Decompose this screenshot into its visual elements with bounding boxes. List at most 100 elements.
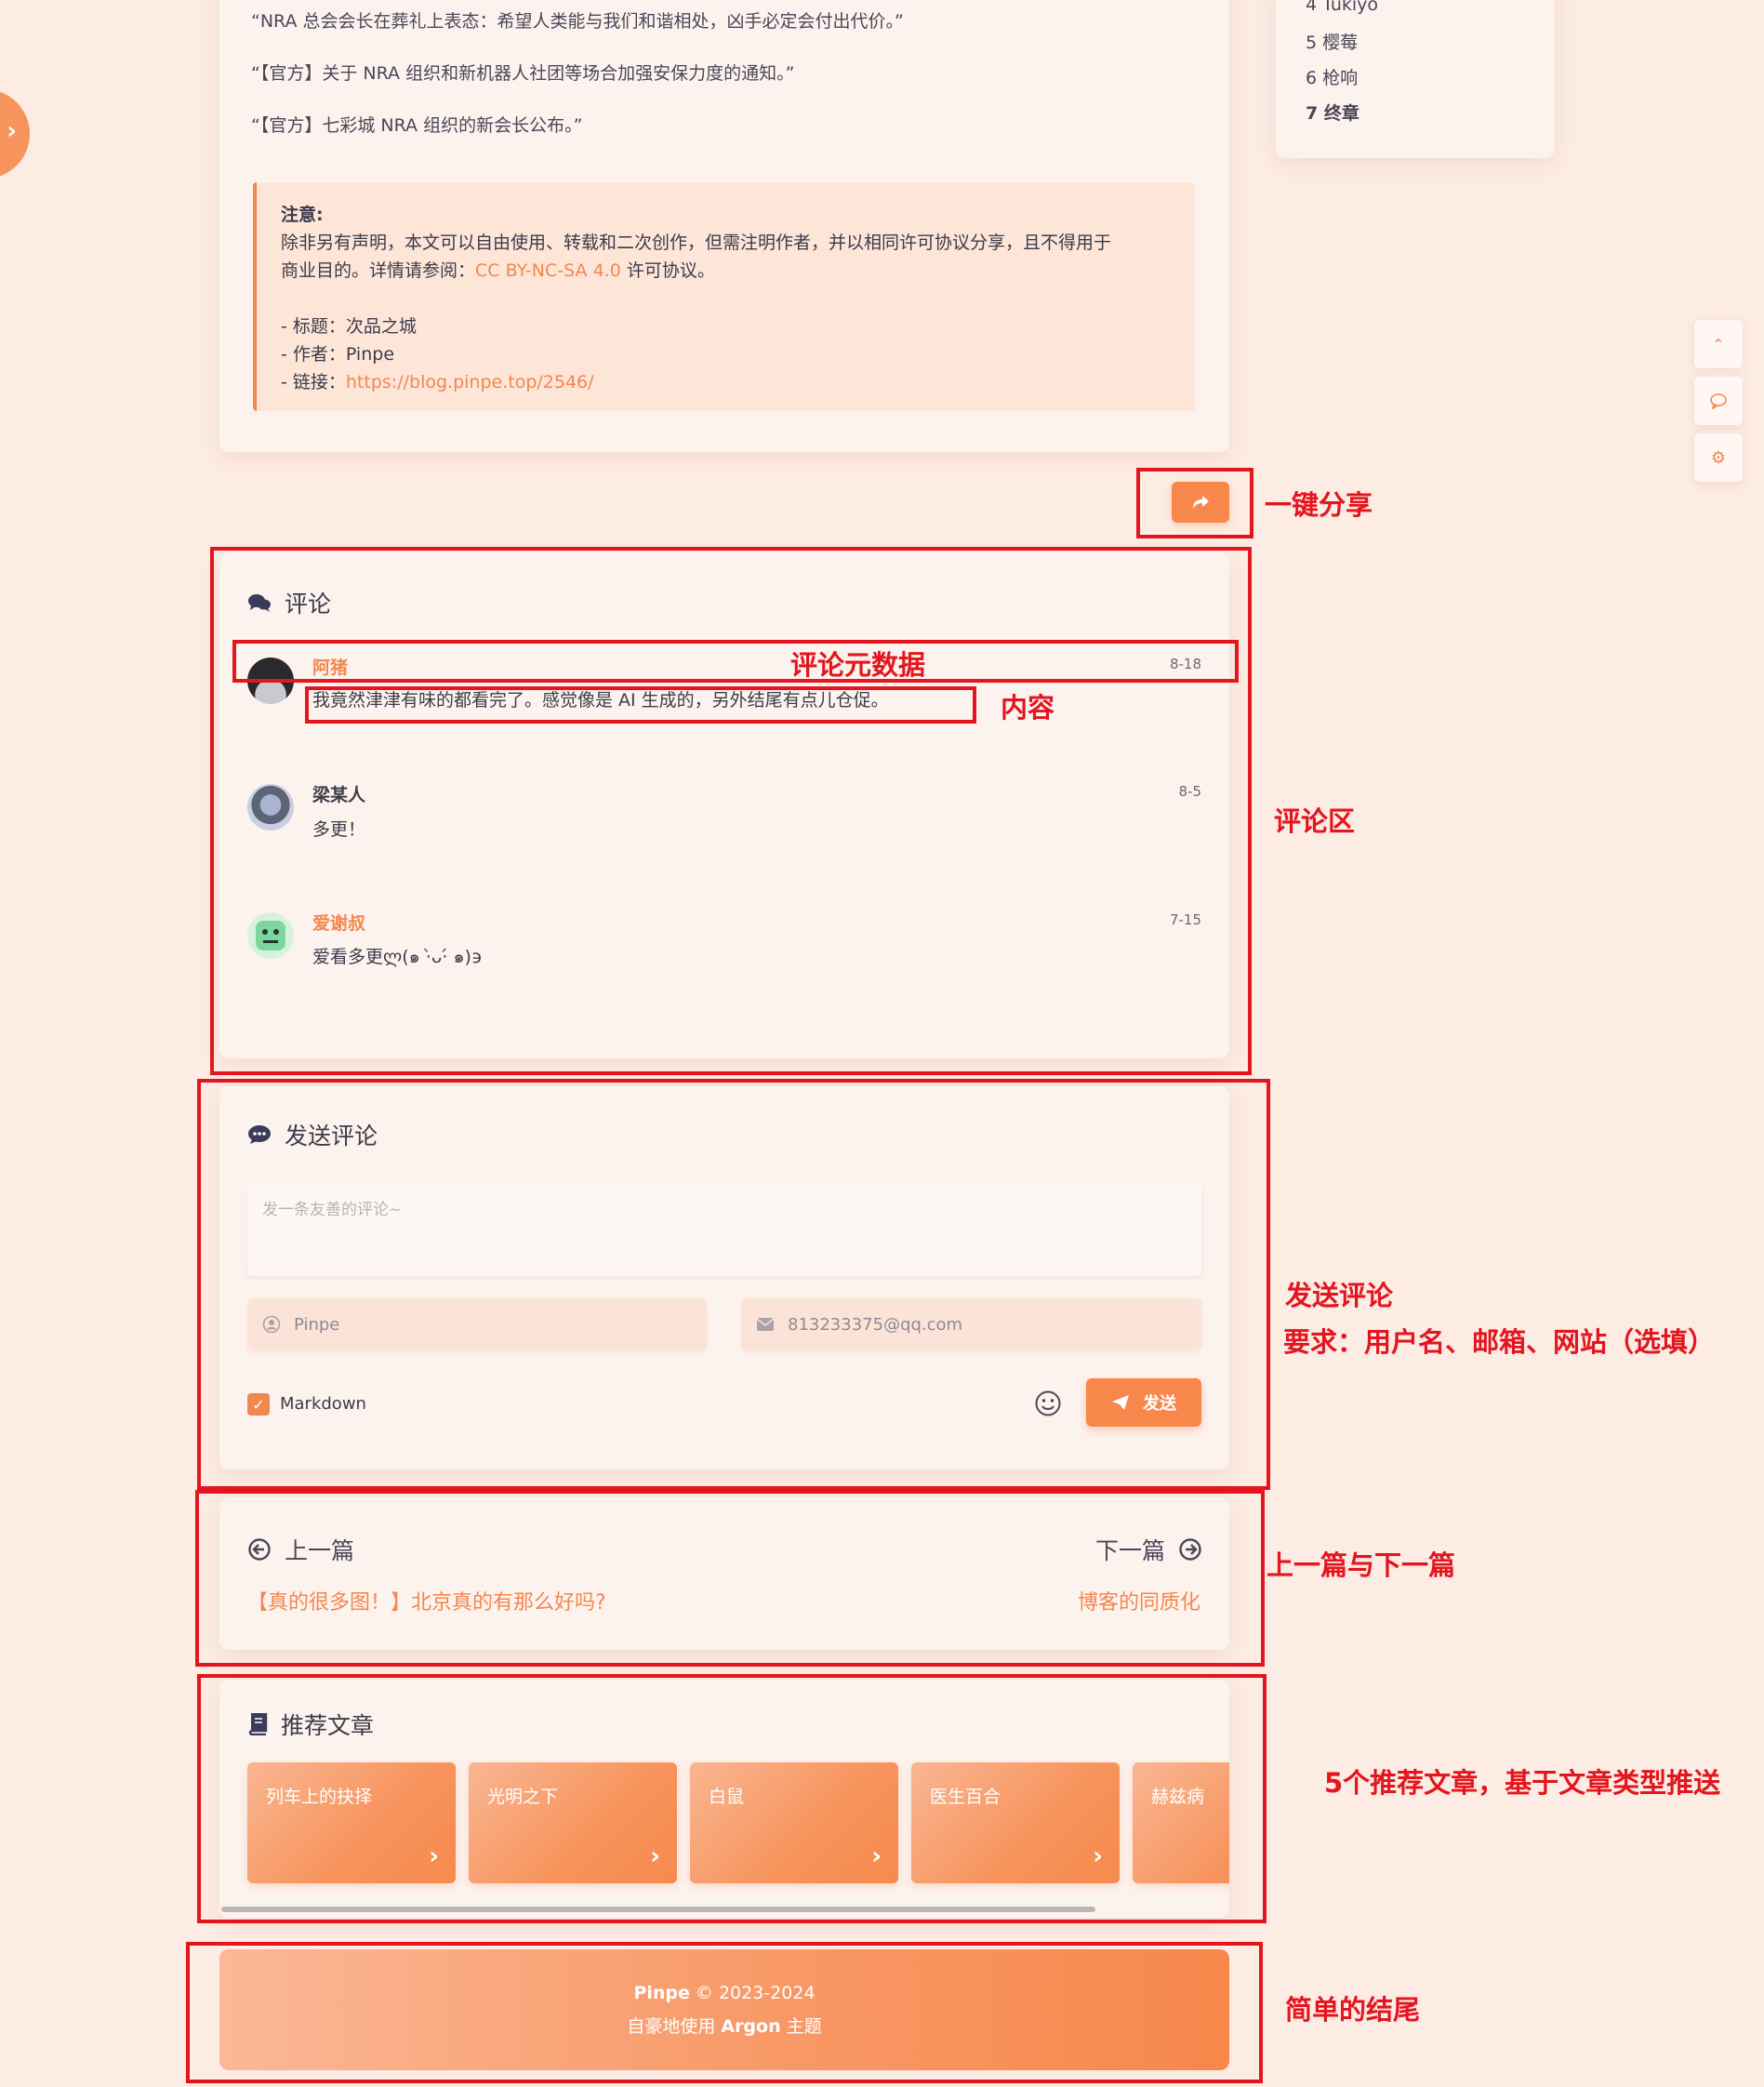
quote-3: “【官方】七彩城 NRA 组织的新会长公布。” [251,115,583,136]
notice-line-2: 商业目的。详情请参阅：CC BY-NC-SA 4.0 许可协议。 [281,260,715,281]
emoji-button[interactable] [1034,1389,1062,1421]
email-field[interactable]: 813233375@qq.com [741,1298,1201,1350]
arrow-right-circle-icon [1179,1538,1201,1561]
markdown-checkbox[interactable]: ✓ [247,1393,270,1416]
email-value: 813233375@qq.com [788,1314,963,1335]
comment-form-title-text: 发送评论 [285,1123,378,1150]
chevron-right-icon: › [1093,1842,1103,1870]
chevron-up-icon: ⌃ [1712,335,1725,353]
annotation-send-requirements: 要求：用户名、邮箱、网站（选填） [1283,1326,1716,1358]
avatar [247,912,294,959]
notice-title: 注意: [281,205,324,225]
comment-date: 7-15 [1169,911,1201,928]
comment-author[interactable]: 爱谢叔 [312,910,365,935]
quote-2: “【官方】关于 NRA 组织和新机器人社团等场合加强安保力度的通知。” [251,63,795,84]
recommended-item[interactable]: 赫兹病› [1133,1762,1229,1883]
prev-label-text: 上一篇 [285,1537,355,1564]
footer-theme-link[interactable]: Argon [721,2016,780,2037]
name-field[interactable]: Pinpe [247,1298,707,1350]
notice-meta-author: - 作者：Pinpe [281,344,395,365]
goto-comments-button[interactable] [1694,377,1743,425]
recommended-item-title: 医生百合 [930,1787,1001,1807]
comment-author[interactable]: 梁某人 [312,781,365,806]
next-post-link[interactable]: 博客的同质化 [1078,1586,1200,1615]
sidebar-toggle-button[interactable]: › [0,89,30,179]
recommended-item-title: 赫兹病 [1151,1787,1205,1807]
recommended-title: 推荐文章 [247,1708,374,1741]
comment-text: 爱看多更ლ(๑ ·̀ᴗ·́ ๑)϶ [312,947,483,967]
annotation-share: 一键分享 [1265,489,1373,521]
comments-icon [248,594,271,612]
envelope-icon [756,1318,775,1331]
user-icon [262,1315,281,1334]
comment-form-title: 发送评论 [247,1118,378,1151]
send-label: 发送 [1143,1394,1176,1414]
recommended-strip: 列车上的抉择 › 光明之下 › 白鼠 › 医生百合 › 赫兹病› [219,1748,1229,1907]
share-icon [1193,496,1209,509]
chevron-right-icon: › [429,1842,439,1870]
annotation-send-title: 发送评论 [1285,1280,1394,1311]
chevron-right-icon: › [650,1842,660,1870]
toc-item-active[interactable]: 7 终章 [1306,100,1359,125]
chevron-right-icon: › [7,117,17,145]
prev-post-link[interactable]: 【真的很多图！】北京真的有那么好吗? [247,1586,606,1615]
comments-title: 评论 [247,586,331,619]
article-permalink[interactable]: https://blog.pinpe.top/2546/ [346,372,594,392]
annotation-prev-next: 上一篇与下一篇 [1267,1549,1456,1581]
avatar [247,784,294,831]
recommended-item-title: 列车上的抉择 [266,1787,373,1807]
annotation-footer: 简单的结尾 [1285,1994,1421,2026]
smile-icon [1035,1390,1061,1416]
site-footer: Pinpe © 2023-2024 自豪地使用 Argon 主题 [219,1949,1229,2070]
check-icon: ✓ [252,1395,265,1414]
comment-dots-icon [248,1125,271,1144]
comment-date: 8-5 [1178,783,1202,800]
annotation-recommend: 5个推荐文章，基于文章类型推送 [1324,1767,1721,1799]
quote-1: “NRA 总会会长在葬礼上表态：希望人类能与我们和谐相处，凶手必定会付出代价。” [251,11,904,32]
footer-theme-credit: 自豪地使用 Argon 主题 [627,2016,822,2037]
share-button[interactable] [1172,482,1229,523]
notice-meta-link: - 链接：https://blog.pinpe.top/2546/ [281,372,594,392]
notice-meta-title: - 标题：次品之城 [281,316,417,337]
toc-item[interactable]: 6 枪响 [1306,64,1358,89]
footer-copyright: Pinpe © 2023-2024 [633,1983,816,2003]
recommended-item[interactable]: 光明之下 › [469,1762,677,1883]
recommended-item[interactable]: 白鼠 › [690,1762,898,1883]
post-nav-card [219,1497,1229,1650]
toc-item[interactable]: 5 樱莓 [1306,29,1358,54]
gear-icon: ⚙ [1710,447,1727,468]
prev-post-label: 上一篇 [247,1533,354,1566]
recommended-item-title: 白鼠 [709,1787,745,1807]
comment-author[interactable]: 阿猪 [312,654,348,679]
annotation-comments-area: 评论区 [1274,805,1356,837]
comment-textarea[interactable]: 发一条友善的评论~ [247,1183,1201,1276]
book-icon [248,1713,268,1735]
next-label-text: 下一篇 [1094,1537,1165,1564]
comment-text: 我竟然津津有味的都看完了。感觉像是 AI 生成的，另外结尾有点儿仓促。 [312,690,889,711]
arrow-left-circle-icon [248,1538,271,1561]
send-button[interactable]: 发送 [1086,1378,1201,1427]
annotation-meta: 评论元数据 [790,649,926,681]
toc-item[interactable]: 4 Tukiyo [1306,0,1378,15]
markdown-label: Markdown [280,1394,366,1414]
annotation-content: 内容 [1001,692,1055,724]
recommended-item-title: 光明之下 [487,1787,559,1807]
recommended-item[interactable]: 医生百合 › [911,1762,1120,1883]
settings-button[interactable]: ⚙ [1694,433,1743,482]
comment-icon [1710,393,1727,409]
name-value: Pinpe [294,1314,340,1335]
chevron-right-icon: › [871,1842,882,1870]
comment-date: 8-18 [1169,656,1201,672]
recommended-scrollbar[interactable] [221,1907,1095,1912]
back-to-top-button[interactable]: ⌃ [1694,320,1743,368]
notice-line-1: 除非另有声明，本文可以自由使用、转载和二次创作，但需注明作者，并以相同许可协议分… [281,233,1112,253]
comment-text: 多更！ [312,819,366,840]
avatar [247,658,294,704]
comments-card [219,552,1229,1058]
footer-brand[interactable]: Pinpe [633,1983,689,2003]
comments-title-text: 评论 [285,591,332,618]
recommended-item[interactable]: 列车上的抉择 › [247,1762,456,1883]
next-post-label: 下一篇 [1095,1533,1202,1566]
recommended-title-text: 推荐文章 [281,1712,375,1739]
license-link[interactable]: CC BY-NC-SA 4.0 [475,260,621,281]
